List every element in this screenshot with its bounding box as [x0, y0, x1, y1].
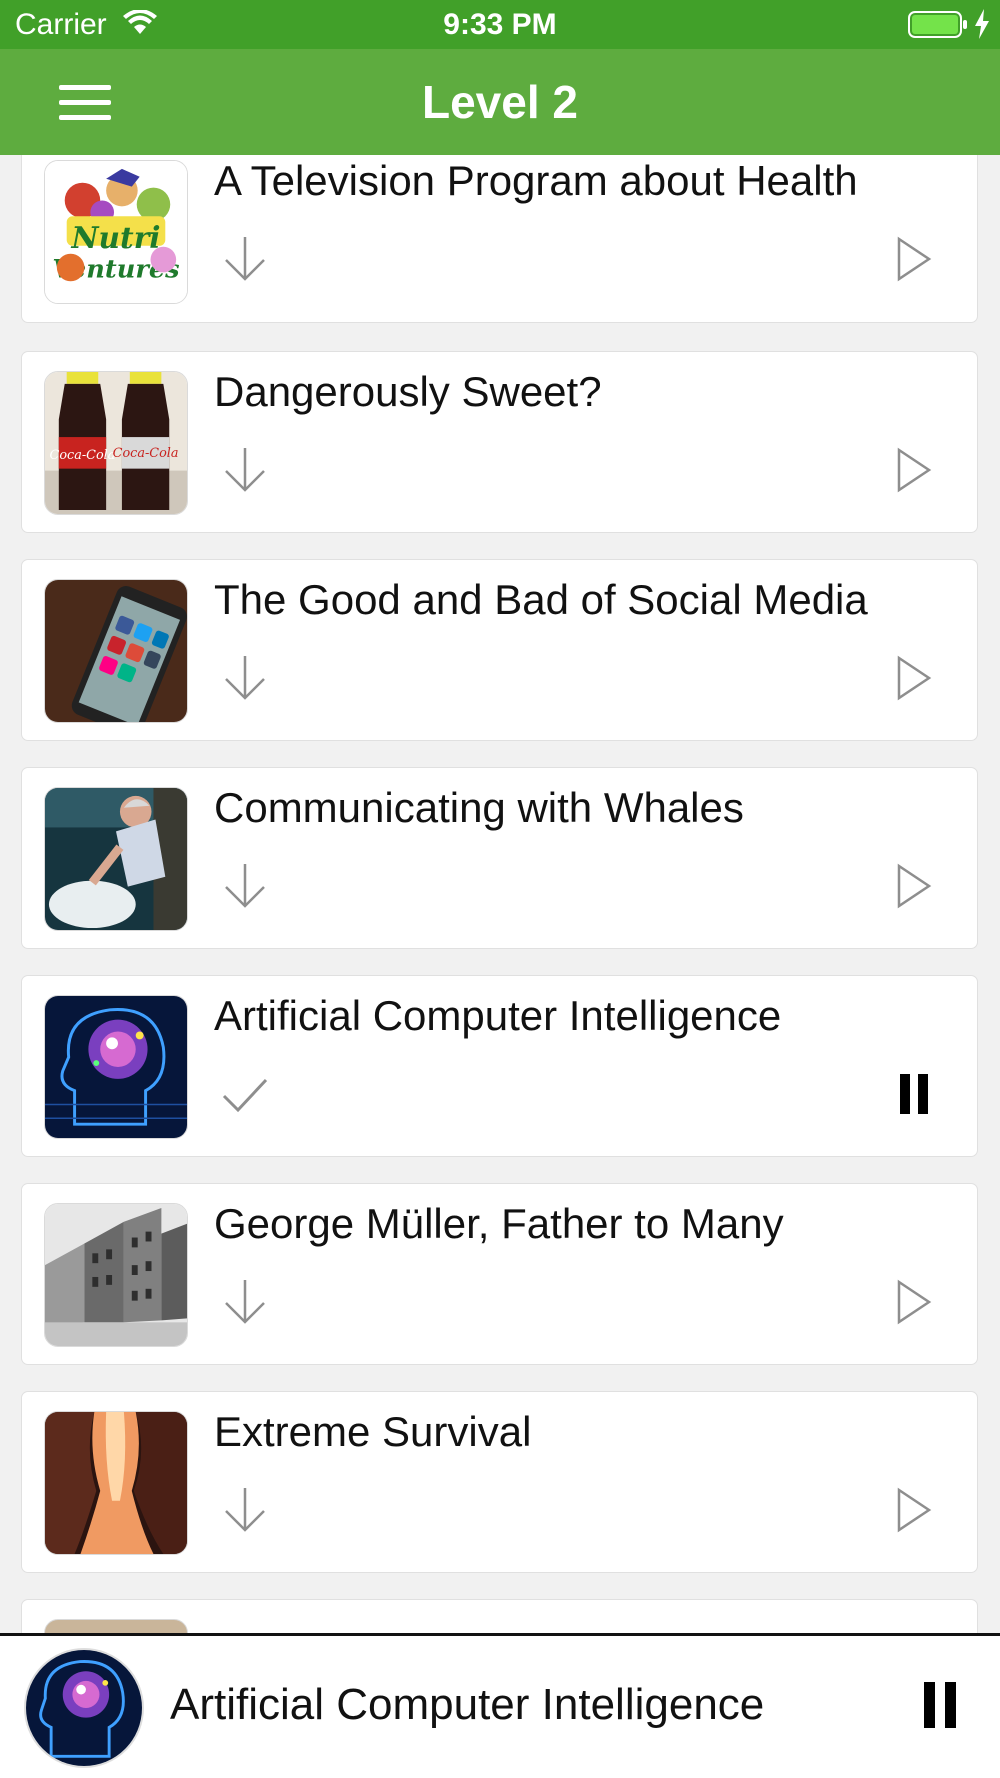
lesson-thumbnail-canyon	[44, 1411, 188, 1555]
svg-text:Coca-Cola: Coca-Cola	[113, 446, 179, 461]
lesson-list[interactable]: Nutri Ventures A Television Program abou…	[0, 155, 1000, 1633]
download-icon[interactable]	[220, 444, 270, 496]
lesson-card[interactable]: Coca-Cola Coca-Cola Dangerously Sweet?	[21, 351, 978, 533]
now-playing-bar[interactable]: Artificial Computer Intelligence	[0, 1633, 1000, 1778]
lesson-card[interactable]: Artificial Computer Intelligence	[21, 975, 978, 1157]
download-icon[interactable]	[220, 652, 270, 704]
download-icon[interactable]	[220, 233, 270, 285]
nav-bar: Level 2	[0, 49, 1000, 155]
lesson-title: The Good and Bad of Social Media	[214, 576, 868, 623]
play-icon[interactable]	[891, 652, 937, 704]
lesson-card[interactable]	[21, 1599, 978, 1633]
lesson-title: Communicating with Whales	[214, 784, 744, 831]
now-playing-title: Artificial Computer Intelligence	[170, 1680, 765, 1729]
status-bar: Carrier 9:33 PM	[0, 0, 1000, 49]
play-icon[interactable]	[891, 860, 937, 912]
lesson-card[interactable]: George Müller, Father to Many	[21, 1183, 978, 1365]
downloaded-checkmark-icon	[220, 1068, 270, 1120]
lesson-title: Artificial Computer Intelligence	[214, 992, 782, 1039]
download-icon[interactable]	[220, 1484, 270, 1536]
pause-icon[interactable]	[891, 1068, 937, 1120]
svg-text:Coca-Cola: Coca-Cola	[50, 448, 116, 463]
charging-bolt-icon	[975, 9, 989, 39]
lesson-card[interactable]: Nutri Ventures A Television Program abou…	[21, 155, 978, 323]
download-icon[interactable]	[220, 1276, 270, 1328]
now-playing-artwork	[24, 1648, 144, 1768]
pause-icon[interactable]	[920, 1678, 960, 1732]
lesson-thumbnail-social-media	[44, 579, 188, 723]
play-icon[interactable]	[891, 1276, 937, 1328]
status-time: 9:33 PM	[443, 8, 557, 41]
lesson-thumbnail-ai-brain	[44, 995, 188, 1139]
lesson-thumbnail-orphanage	[44, 1203, 188, 1347]
lesson-thumbnail-nutri-ventures: Nutri Ventures	[44, 160, 188, 304]
lesson-title: A Television Program about Health	[214, 157, 858, 204]
lesson-thumbnail-cola-bottles: Coca-Cola Coca-Cola	[44, 371, 188, 515]
lesson-card[interactable]: Extreme Survival	[21, 1391, 978, 1573]
lesson-thumbnail	[44, 1619, 188, 1633]
lesson-card[interactable]: The Good and Bad of Social Media	[21, 559, 978, 741]
svg-text:Nutri: Nutri	[70, 220, 160, 255]
play-icon[interactable]	[891, 1484, 937, 1536]
lesson-title: Extreme Survival	[214, 1408, 532, 1455]
play-icon[interactable]	[891, 233, 937, 285]
download-icon[interactable]	[220, 860, 270, 912]
lesson-card[interactable]: Communicating with Whales	[21, 767, 978, 949]
battery-icon	[908, 11, 967, 38]
play-icon[interactable]	[891, 444, 937, 496]
lesson-thumbnail-whales	[44, 787, 188, 931]
lesson-title: Dangerously Sweet?	[214, 368, 602, 415]
page-title: Level 2	[422, 76, 578, 128]
lesson-title: George Müller, Father to Many	[214, 1200, 784, 1247]
